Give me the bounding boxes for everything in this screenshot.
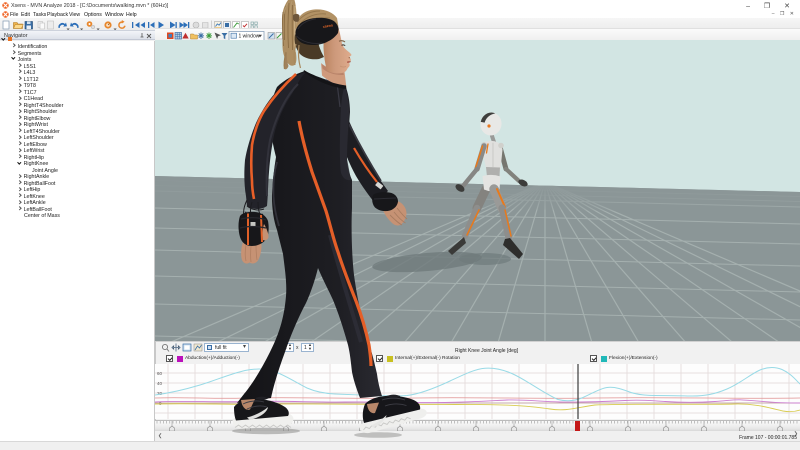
svg-text:60: 60 [157, 371, 163, 376]
svg-text:20: 20 [157, 391, 163, 396]
svg-text:40: 40 [157, 381, 163, 386]
